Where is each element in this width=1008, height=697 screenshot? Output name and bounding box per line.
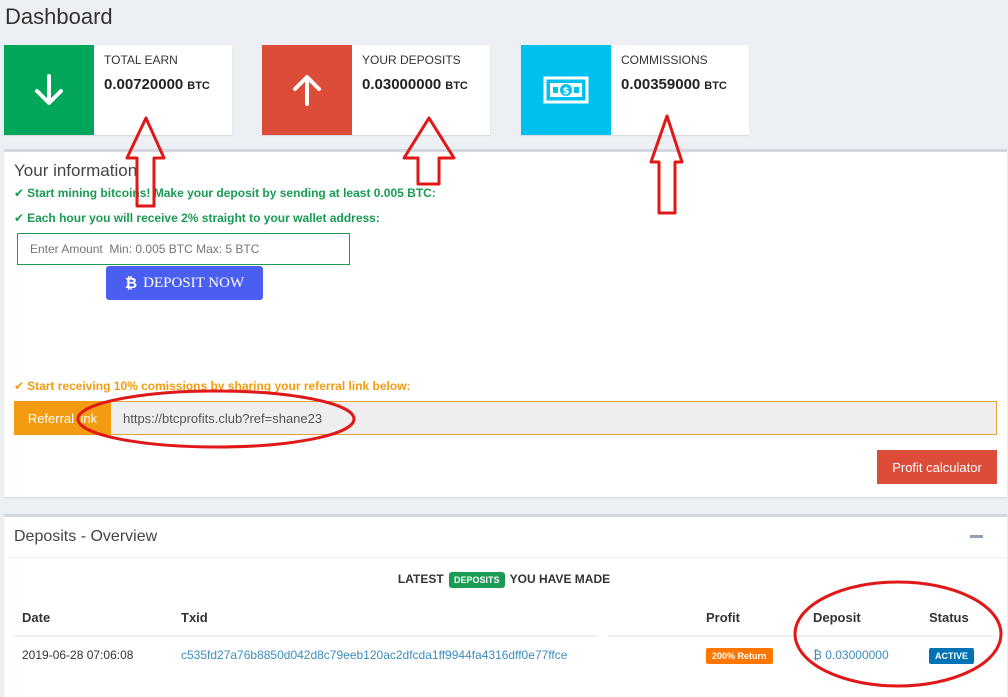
stat-label: COMMISSIONS [621,53,708,67]
information-title: Your information [14,161,138,180]
bitcoin-icon: ₿ [124,274,138,292]
money-icon: $ [521,45,611,135]
stat-total-earn: TOTAL EARN 0.00720000 BTC [4,45,232,135]
deposits-badge: DEPOSITS [449,572,505,588]
referral-instruction: ✔ Start receiving 10% comissions by shari… [14,379,411,393]
check-icon: ✔ [14,379,25,393]
referral-link-label: Referral link [14,401,111,435]
referral-link-field[interactable]: https://btcprofits.club?ref=shane23 [111,401,997,435]
row-date: 2019-06-28 07:06:08 [22,648,134,662]
column-header-profit: Profit [706,610,740,625]
deposit-now-button[interactable]: ₿ DEPOSIT NOW [106,266,263,300]
column-header-date: Date [22,610,51,625]
overview-title: Deposits - Overview [14,528,158,545]
stat-commissions: $ COMMISSIONS 0.00359000 BTC [521,45,749,135]
profit-badge: 200% Return [706,648,773,664]
stat-value: 0.00359000 BTC [621,76,727,93]
check-icon: ✔ [14,211,25,225]
stat-value: 0.03000000 BTC [362,76,468,93]
stat-label: TOTAL EARN [104,53,178,67]
information-panel [4,149,1007,497]
row-deposit-value: ₿ 0.03000000 [813,648,889,662]
hourly-instruction: ✔ Each hour you will receive 2% straight … [14,211,380,225]
arrow-down-icon [4,45,94,135]
table-header-border [14,635,598,637]
column-header-status: Status [929,610,969,625]
divider [4,557,1007,558]
stat-label: YOUR DEPOSITS [362,53,461,67]
check-icon: ✔ [14,186,25,200]
svg-text:$: $ [563,86,570,97]
amount-input[interactable] [17,233,350,265]
stat-your-deposits: YOUR DEPOSITS 0.03000000 BTC [262,45,490,135]
bitcoin-icon: ₿ [813,648,822,662]
row-txid-link[interactable]: c535fd27a76b8850d042d8c79eeb120ac2dfcda1… [181,648,567,662]
mining-instruction: ✔ Start mining bitcoins! Make your deposi… [14,186,436,200]
stat-value: 0.00720000 BTC [104,76,210,93]
column-header-deposit: Deposit [813,610,861,625]
latest-deposits-heading: LATEST DEPOSITS YOU HAVE MADE [397,572,611,588]
status-badge: ACTIVE [929,648,975,664]
profit-calculator-button[interactable]: Profit calculator [877,450,997,484]
collapse-icon[interactable] [970,535,983,538]
page-title: Dashboard [5,4,113,29]
table-header-border [608,635,997,637]
arrow-up-icon [262,45,352,135]
column-header-txid: Txid [181,610,208,625]
